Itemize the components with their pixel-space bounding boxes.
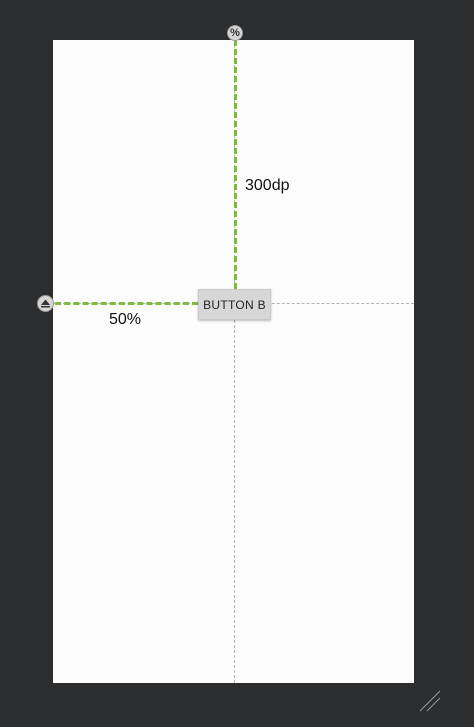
arrow-guideline-handle[interactable] (37, 295, 54, 312)
left-constraint-line[interactable] (46, 302, 198, 305)
triangle-up-icon (41, 299, 50, 308)
top-constraint-label: 300dp (245, 177, 290, 194)
left-constraint-label: 50% (109, 311, 142, 328)
resize-grip-icon[interactable] (417, 688, 443, 714)
layout-editor-stage: BUTTON B 300dp 50% % (0, 0, 474, 727)
button-b-widget[interactable]: BUTTON B (198, 289, 271, 320)
percent-guideline-handle[interactable]: % (227, 25, 243, 41)
top-constraint-line[interactable] (234, 40, 237, 289)
